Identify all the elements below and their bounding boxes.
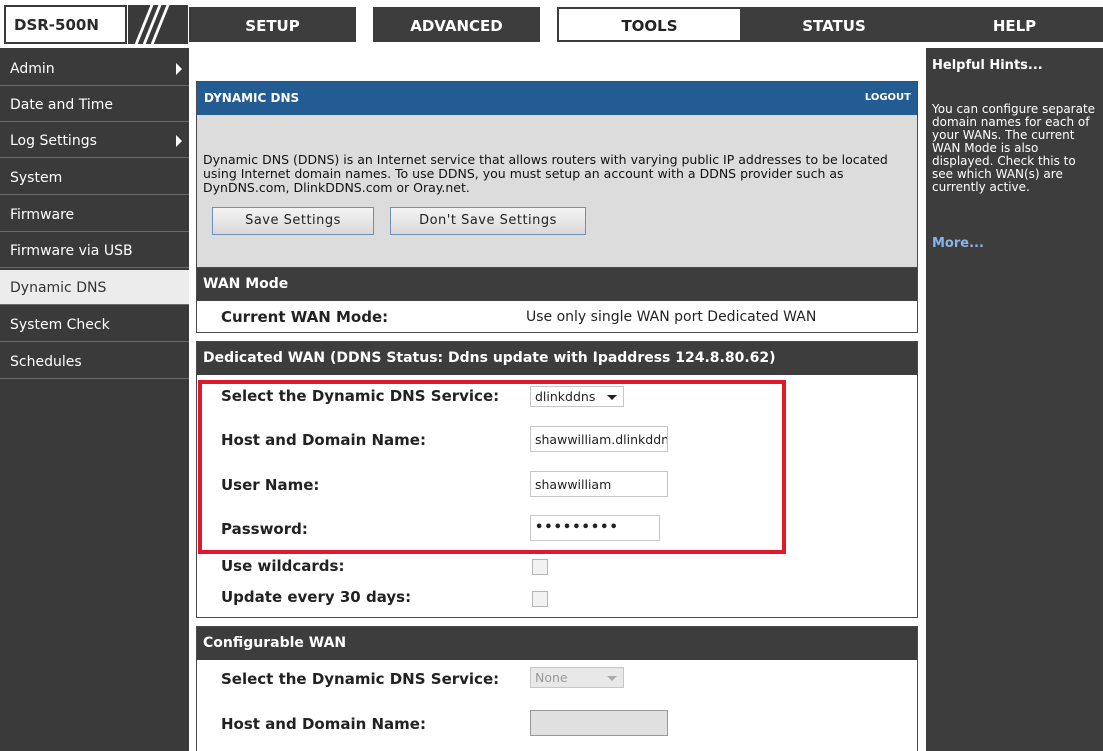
configurable-wan-section: Configurable WAN Select the Dynamic DNS …	[196, 626, 918, 751]
tab-setup[interactable]: SETUP	[189, 7, 356, 42]
host-domain-label: Host and Domain Name:	[221, 431, 426, 449]
sidebar-item-label: Dynamic DNS	[10, 280, 107, 296]
intro-description: Dynamic DNS (DDNS) is an Internet servic…	[203, 152, 888, 195]
dont-save-settings-button[interactable]: Don't Save Settings	[390, 207, 586, 235]
configurable-host-domain-input[interactable]	[530, 710, 668, 736]
current-wan-mode-label: Current WAN Mode:	[221, 308, 389, 326]
help-title: Helpful Hints...	[932, 58, 1043, 73]
sidebar-item-label: Date and Time	[10, 97, 113, 113]
help-panel: Helpful Hints... You can configure separ…	[926, 48, 1103, 751]
ddns-service-label: Select the Dynamic DNS Service:	[221, 670, 500, 688]
configurable-ddns-service-select[interactable]: None	[530, 667, 624, 688]
tab-status[interactable]: STATUS	[742, 7, 926, 42]
sidebar: Admin Date and Time Log Settings System …	[0, 48, 189, 751]
use-wildcards-label: Use wildcards:	[221, 557, 345, 575]
update-30-days-checkbox[interactable]	[532, 591, 548, 607]
more-link[interactable]: More...	[932, 236, 984, 251]
save-settings-button[interactable]: Save Settings	[212, 207, 374, 235]
sidebar-item-system-check[interactable]: System Check	[0, 307, 189, 342]
logout-link[interactable]: LOGOUT	[865, 92, 911, 103]
sidebar-item-firmware-via-usb[interactable]: Firmware via USB	[0, 233, 189, 268]
update-30-days-label: Update every 30 days:	[221, 588, 412, 606]
top-bar: DSR-500N SETUP ADVANCED TOOLS STATUS HEL…	[0, 0, 1103, 48]
sidebar-item-label: System	[10, 170, 63, 186]
sidebar-item-firmware[interactable]: Firmware	[0, 197, 189, 232]
wan-mode-section: WAN Mode Current WAN Mode: Use only sing…	[196, 267, 918, 333]
page-title: DYNAMIC DNS	[204, 91, 300, 105]
sidebar-item-label: Firmware	[10, 207, 75, 223]
chevron-down-icon	[607, 395, 617, 400]
help-text: You can configure separate domain names …	[932, 102, 1096, 194]
use-wildcards-checkbox[interactable]	[532, 559, 548, 575]
host-domain-input[interactable]: shawwilliam.dlinkddns.com	[530, 426, 668, 452]
sidebar-item-admin[interactable]: Admin	[0, 51, 189, 86]
sidebar-item-label: Admin	[10, 61, 55, 77]
chevron-right-icon	[176, 63, 182, 75]
sidebar-item-date-and-time[interactable]: Date and Time	[0, 87, 189, 122]
section-title: Dedicated WAN (DDNS Status: Ddns update …	[197, 342, 917, 375]
tab-tools[interactable]: TOOLS	[557, 7, 742, 42]
host-domain-label: Host and Domain Name:	[221, 715, 426, 733]
logo-slashes	[128, 5, 188, 44]
ddns-service-select[interactable]: dlinkddns	[530, 386, 624, 407]
sidebar-item-label: Log Settings	[10, 133, 97, 149]
sidebar-item-log-settings[interactable]: Log Settings	[0, 123, 189, 158]
section-title: Configurable WAN	[197, 627, 917, 660]
password-input[interactable]: •••••••••	[530, 515, 660, 541]
sidebar-item-label: Firmware via USB	[10, 243, 133, 259]
current-wan-mode-value: Use only single WAN port Dedicated WAN	[526, 309, 817, 325]
password-label: Password:	[221, 520, 308, 538]
dedicated-wan-section: Dedicated WAN (DDNS Status: Ddns update …	[196, 341, 918, 618]
tab-advanced[interactable]: ADVANCED	[373, 7, 540, 42]
sidebar-item-label: System Check	[10, 317, 110, 333]
chevron-down-icon	[607, 676, 617, 681]
intro-header: DYNAMIC DNS LOGOUT	[197, 82, 917, 115]
user-name-input[interactable]: shawwilliam	[530, 471, 668, 497]
ddns-service-label: Select the Dynamic DNS Service:	[221, 387, 500, 405]
model-name: DSR-500N	[4, 5, 127, 44]
sidebar-item-system[interactable]: System	[0, 160, 189, 195]
sidebar-item-schedules[interactable]: Schedules	[0, 344, 189, 379]
user-name-label: User Name:	[221, 476, 320, 494]
tab-help[interactable]: HELP	[926, 7, 1103, 42]
sidebar-item-label: Schedules	[10, 354, 82, 370]
main-content: DYNAMIC DNS LOGOUT Dynamic DNS (DDNS) is…	[189, 48, 926, 751]
sidebar-item-dynamic-dns[interactable]: Dynamic DNS	[0, 270, 189, 305]
chevron-right-icon	[176, 135, 182, 147]
section-title: WAN Mode	[197, 268, 917, 301]
